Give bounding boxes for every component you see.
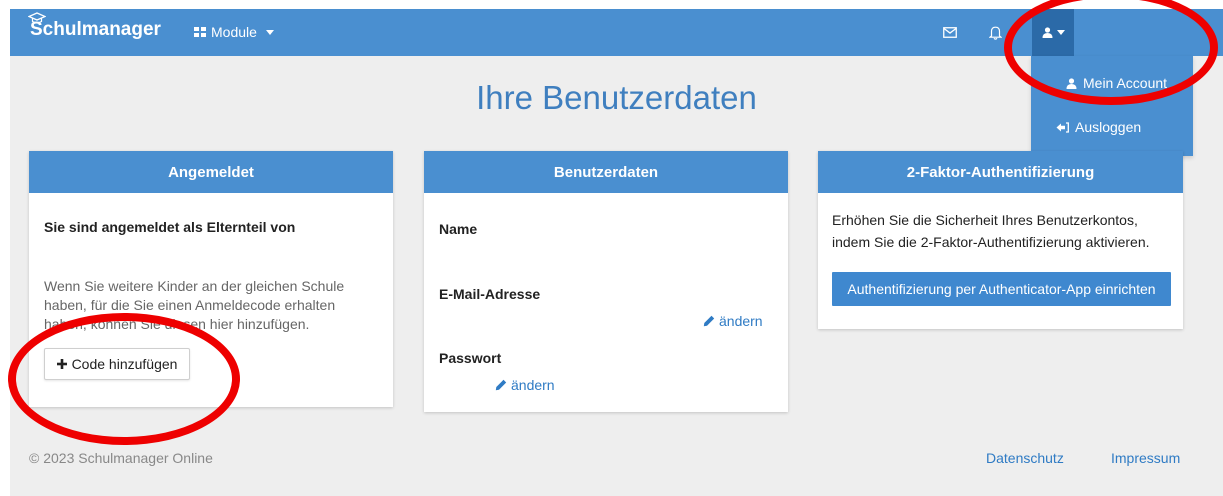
brand-name: Schulmanager <box>30 19 161 40</box>
notifications-button[interactable] <box>985 22 1005 42</box>
name-label: Name <box>439 221 478 237</box>
top-navbar: Schulmanager Module <box>10 9 1223 56</box>
change-password-label: ändern <box>511 377 555 393</box>
envelope-icon <box>943 26 957 38</box>
card-header: Benutzerdaten <box>424 151 788 193</box>
modules-label: Module <box>211 24 257 40</box>
add-code-label: Code hinzufügen <box>71 356 178 372</box>
page-title: Ihre Benutzerdaten <box>476 79 757 116</box>
caret-down-icon <box>265 29 274 35</box>
password-label: Passwort <box>439 350 502 366</box>
privacy-link[interactable]: Datenschutz <box>986 450 1064 466</box>
logged-in-heading: Sie sind angemeldet als Elternteil von <box>44 219 296 235</box>
modules-menu-button[interactable]: Module <box>194 24 274 40</box>
user-icon <box>1042 27 1052 38</box>
bell-icon <box>988 26 1002 40</box>
two-factor-info-line: Erhöhen Sie die Sicherheit Ihres Benutze… <box>832 212 1138 228</box>
pencil-icon <box>495 379 507 391</box>
menu-item-label: Ausloggen <box>1075 119 1142 135</box>
email-label: E-Mail-Adresse <box>439 286 541 302</box>
info-line: Wenn Sie weitere Kinder an der gleichen … <box>44 278 345 294</box>
logged-in-card: Angemeldet Sie sind angemeldet als Elter… <box>29 151 393 407</box>
change-email-link[interactable]: ändern <box>703 313 763 329</box>
two-factor-info-line: indem Sie die 2-Faktor-Authentifizierung… <box>832 234 1150 250</box>
user-data-card: Benutzerdaten Name E-Mail-Adresse ändern… <box>424 151 788 412</box>
app-window: Schulmanager Module Mein Account Auslogg… <box>10 9 1223 496</box>
footer-copyright: © 2023 Schulmanager Online <box>29 450 213 466</box>
info-line: haben, für die Sie einen Anmeldecode erh… <box>44 297 336 313</box>
add-code-button[interactable]: Code hinzufügen <box>44 348 190 380</box>
imprint-link[interactable]: Impressum <box>1111 450 1180 466</box>
change-password-link[interactable]: ändern <box>495 377 555 393</box>
grid-icon <box>194 27 206 37</box>
logout-icon <box>1056 121 1069 133</box>
caret-down-icon <box>1056 30 1065 35</box>
graduation-hat-icon <box>28 12 46 24</box>
pencil-icon <box>703 315 715 327</box>
change-email-label: ändern <box>719 313 763 329</box>
card-header: 2-Faktor-Authentifizierung <box>818 151 1183 193</box>
user-menu-button[interactable] <box>1032 9 1074 56</box>
brand-logo[interactable]: Schulmanager <box>28 12 161 41</box>
info-line: haben, können Sie diesen hier hinzufügen… <box>44 316 310 332</box>
messages-button[interactable] <box>940 22 960 42</box>
setup-authenticator-button[interactable]: Authentifizierung per Authenticator-App … <box>832 272 1171 306</box>
card-header: Angemeldet <box>29 151 393 193</box>
plus-icon <box>56 359 67 369</box>
two-factor-card: 2-Faktor-Authentifizierung Erhöhen Sie d… <box>818 151 1183 329</box>
